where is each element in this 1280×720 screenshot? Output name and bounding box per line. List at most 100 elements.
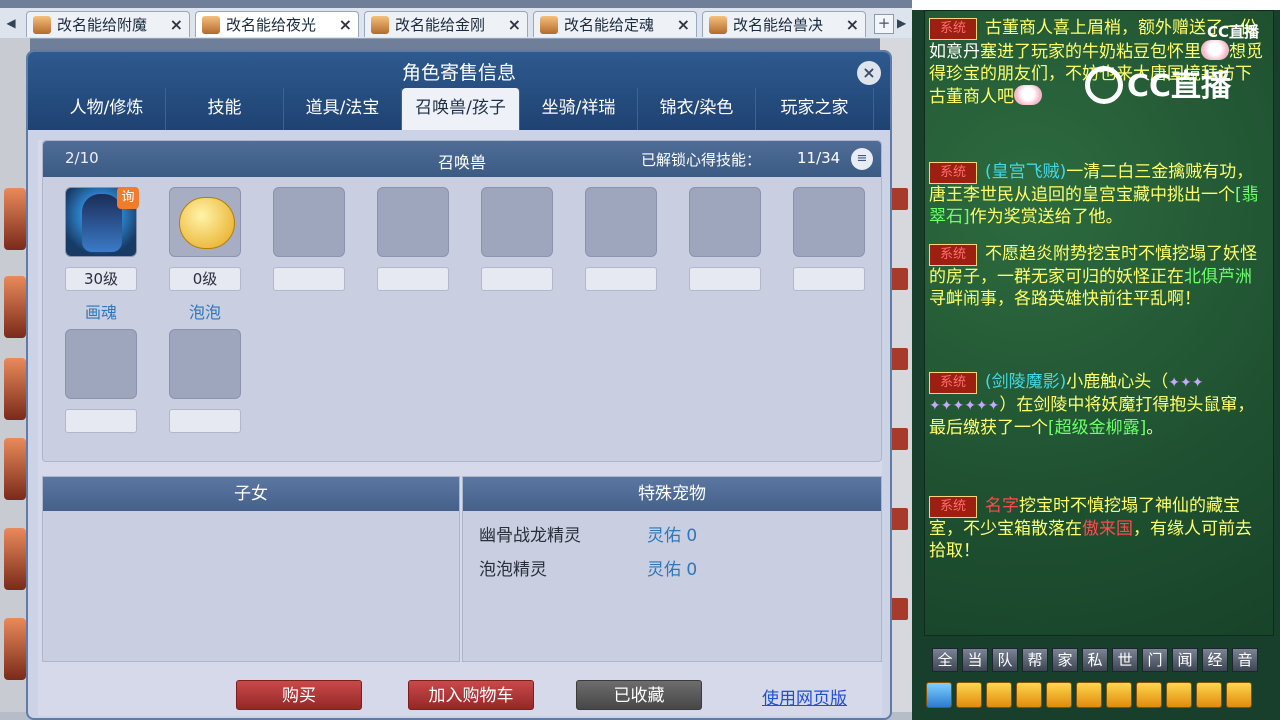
channel-team-button[interactable]: 队	[992, 648, 1018, 672]
tab-fumo[interactable]: 改名能给附魔 ×	[26, 11, 190, 37]
chat-toolbar	[926, 682, 1280, 710]
add-tab-button[interactable]: +	[874, 14, 894, 34]
pet-level-empty	[273, 267, 345, 291]
tab-shoujue[interactable]: 改名能给兽决 ×	[702, 11, 866, 37]
window-title: 角色寄售信息	[401, 62, 516, 84]
pet-level: 0级	[169, 267, 241, 291]
special-pet-name: 幽骨战龙精灵	[479, 526, 581, 546]
pet-slot-paopao[interactable]	[169, 187, 241, 257]
message-highlight: 如意丹	[929, 42, 980, 62]
scroll-up-icon[interactable]	[956, 682, 982, 708]
message-highlight: 名字	[985, 496, 1019, 516]
web-version-link[interactable]: 使用网页版	[762, 684, 847, 709]
clear-icon[interactable]	[1046, 682, 1072, 708]
close-window-button[interactable]: ×	[857, 61, 881, 85]
channel-current-button[interactable]: 当	[962, 648, 988, 672]
menu-list-icon[interactable]: ≡	[851, 148, 873, 170]
watermark-text: CC直播	[1127, 69, 1232, 104]
tab-label: 改名能给定魂	[564, 16, 655, 34]
brush-icon[interactable]	[1136, 682, 1162, 708]
pet-slot-empty	[273, 187, 345, 257]
window-header: 角色寄售信息 × 人物/修炼 技能 道具/法宝 召唤兽/孩子 坐骑/祥瑞 锦衣/…	[28, 52, 890, 130]
pet-level-empty	[793, 267, 865, 291]
channel-all-button[interactable]: 全	[932, 648, 958, 672]
pet-slot-empty	[689, 187, 761, 257]
tab-jingang[interactable]: 改名能给金刚 ×	[364, 11, 528, 37]
tab-pets-children[interactable]: 召唤兽/孩子	[402, 88, 520, 130]
role-consignment-window: 角色寄售信息 × 人物/修炼 技能 道具/法宝 召唤兽/孩子 坐骑/祥瑞 锦衣/…	[26, 50, 892, 720]
chat-mode-icon[interactable]	[926, 682, 952, 708]
channel-sect-button[interactable]: 门	[1142, 648, 1168, 672]
search-icon[interactable]	[1016, 682, 1042, 708]
lock-icon[interactable]	[1106, 682, 1132, 708]
pet-slot-empty	[377, 187, 449, 257]
tab-label: 改名能给附魔	[57, 16, 148, 34]
tab-player-home[interactable]: 玩家之家	[756, 88, 874, 130]
pet-level-empty	[65, 409, 137, 433]
special-pet-row: 泡泡精灵 灵佑 0	[479, 555, 859, 580]
buy-tag-icon	[890, 348, 908, 370]
inquiry-badge: 询	[117, 187, 139, 209]
close-tab-icon[interactable]: ×	[677, 15, 690, 34]
window-nav-tabs: 人物/修炼 技能 道具/法宝 召唤兽/孩子 坐骑/祥瑞 锦衣/染色 玩家之家	[48, 88, 874, 130]
special-pets-panel: 特殊宠物 幽骨战龙精灵 灵佑 0 泡泡精灵 灵佑 0	[462, 476, 882, 662]
tab-character-cultivation[interactable]: 人物/修炼	[48, 88, 166, 130]
character-avatar-icon	[540, 15, 558, 34]
chat-message: 系统 不愿趋炎附势挖宝时不慎挖塌了妖怪的房子，一群无家可归的妖怪正在北俱芦洲寻衅闹…	[929, 243, 1267, 310]
tab-outfits-dye[interactable]: 锦衣/染色	[638, 88, 756, 130]
pet-name-link[interactable]: 画魂	[65, 299, 137, 323]
message-highlight: (剑陵魔影)	[985, 372, 1067, 392]
children-title: 子女	[43, 477, 459, 511]
message-highlight: [超级金柳露]	[1048, 418, 1147, 438]
tab-scroll-right-icon[interactable]: ▶	[897, 14, 909, 32]
channel-world-button[interactable]: 世	[1112, 648, 1138, 672]
channel-news-button[interactable]: 闻	[1172, 648, 1198, 672]
buy-tag-icon	[890, 428, 908, 450]
tab-dinghun[interactable]: 改名能给定魂 ×	[533, 11, 697, 37]
copy-icon[interactable]	[1166, 682, 1192, 708]
tab-mounts[interactable]: 坐骑/祥瑞	[520, 88, 638, 130]
pet-level: 30级	[65, 267, 137, 291]
character-portrait-icon	[4, 188, 26, 250]
close-tab-icon[interactable]: ×	[339, 15, 352, 34]
scroll-down-icon[interactable]	[986, 682, 1012, 708]
favorited-button[interactable]: 已收藏	[576, 680, 702, 710]
channel-guild-button[interactable]: 帮	[1022, 648, 1048, 672]
channel-family-button[interactable]: 家	[1052, 648, 1078, 672]
tab-scroll-left-icon[interactable]: ◀	[4, 14, 18, 32]
pet-slot-empty	[169, 329, 241, 399]
emoticon-icon	[1201, 40, 1229, 60]
channel-voice-button[interactable]: 音	[1232, 648, 1258, 672]
pet-portrait-icon	[179, 197, 235, 249]
chat-top-bar	[912, 0, 1280, 10]
close-tab-icon[interactable]: ×	[170, 15, 183, 34]
close-tab-icon[interactable]: ×	[846, 15, 859, 34]
cc-live-small-watermark: CC直播	[1207, 23, 1260, 41]
add-to-cart-button[interactable]: 加入购物车	[408, 680, 534, 710]
message-text: 一清二白三金擒贼有功，唐王李世民从追回的皇宫宝藏中挑出一个	[929, 162, 1254, 205]
chat-bubble-icon[interactable]	[1196, 682, 1222, 708]
pet-name-link[interactable]: 泡泡	[169, 299, 241, 323]
system-tag: 系统	[929, 18, 977, 40]
tab-yeguang[interactable]: 改名能给夜光 ×	[195, 11, 359, 37]
close-tab-icon[interactable]: ×	[508, 15, 521, 34]
settings-icon[interactable]	[1226, 682, 1252, 708]
pets-panel-header: 2/10 召唤兽 已解锁心得技能： 11/34 ≡	[43, 141, 881, 177]
channel-private-button[interactable]: 私	[1082, 648, 1108, 672]
channel-economy-button[interactable]: 经	[1202, 648, 1228, 672]
buy-tag-icon	[890, 188, 908, 210]
character-avatar-icon	[709, 15, 727, 34]
grid-icon[interactable]	[1076, 682, 1102, 708]
emoticon-icon	[1014, 85, 1042, 105]
character-portrait-icon	[4, 276, 26, 338]
buy-button[interactable]: 购买	[236, 680, 362, 710]
buy-tag-icon	[890, 508, 908, 530]
gem-emote-icon: ✦✦✦✦✦✦	[929, 398, 1000, 414]
pet-slot-empty	[585, 187, 657, 257]
special-pet-name: 泡泡精灵	[479, 560, 547, 580]
chat-messages[interactable]: 系统 古董商人喜上眉梢，额外赠送了一份如意丹塞进了玩家的牛奶粘豆包怀里 想觅得珍宝的…	[924, 10, 1274, 636]
tab-items-treasures[interactable]: 道具/法宝	[284, 88, 402, 130]
children-panel: 子女	[42, 476, 460, 662]
special-pet-value: 灵佑 0	[647, 560, 698, 580]
tab-skills[interactable]: 技能	[166, 88, 284, 130]
